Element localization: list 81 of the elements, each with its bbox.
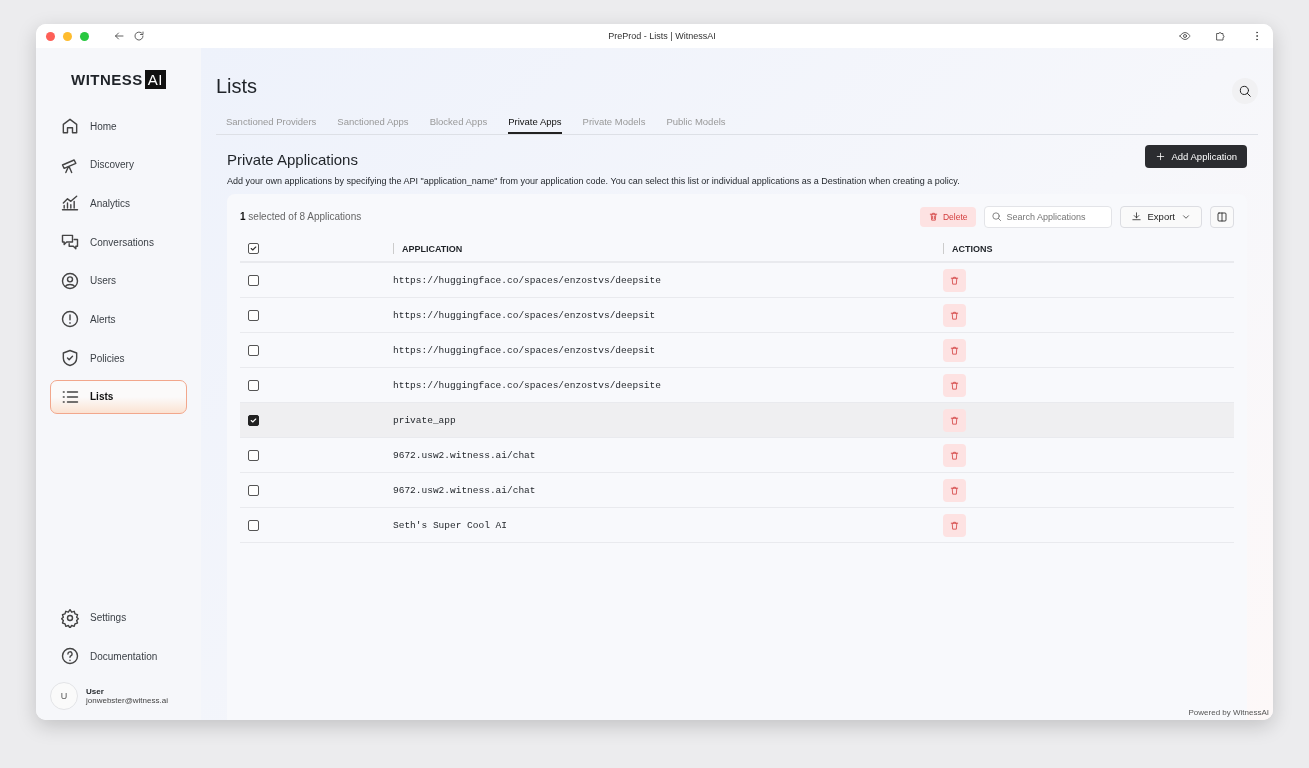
delete-row-button[interactable] (943, 373, 966, 397)
row-checkbox[interactable] (248, 379, 259, 391)
download-icon (1130, 211, 1142, 222)
trash-icon (949, 344, 960, 356)
sidebar-item[interactable]: Conversations (50, 225, 187, 260)
trash-icon (949, 519, 960, 531)
trash-icon (927, 211, 939, 222)
select-all-checkbox[interactable] (248, 243, 259, 254)
application-name: https://huggingface.co/spaces/enzostvs/deepsite (393, 379, 661, 391)
column-header[interactable]: APPLICATION (402, 243, 463, 254)
sidebar-item[interactable]: Alerts (50, 302, 187, 337)
selection-status: 1 selected of 8 Applications (240, 211, 363, 222)
search-button[interactable] (1232, 78, 1258, 104)
user-avatar[interactable]: U (50, 682, 78, 710)
columns-icon (1216, 210, 1228, 223)
trash-icon (949, 309, 960, 321)
delete-button[interactable]: Delete (919, 206, 976, 227)
row-checkbox[interactable] (248, 449, 259, 461)
delete-row-button[interactable] (943, 303, 966, 327)
sidebar-item[interactable]: Documentation (50, 639, 187, 674)
help-icon (60, 646, 80, 667)
application-name: private_app (393, 414, 456, 426)
sidebar-item[interactable]: Settings (50, 600, 187, 635)
browser-title: PreProd - Lists | WitnessAI (607, 31, 717, 41)
trash-icon (949, 449, 960, 461)
application-name: https://huggingface.co/spaces/enzostvs/deepsit (393, 344, 656, 356)
trash-icon (949, 274, 960, 286)
delete-row-button[interactable] (943, 513, 966, 537)
sidebar-item[interactable]: Discovery (50, 147, 187, 182)
search-field[interactable]: Search Applications (983, 205, 1112, 228)
add-application-button[interactable]: Add Application (1144, 145, 1247, 168)
trash-icon (949, 414, 960, 426)
user-name: User (86, 687, 105, 696)
row-checkbox[interactable] (248, 519, 259, 531)
reload-icon (133, 30, 145, 42)
section-description: Add your own applications by specifying the API "application_name" from your application code. You can select this list or individual applications as a Destination when creating a policy. (227, 176, 960, 186)
search-icon (1238, 84, 1252, 98)
delete-row-button[interactable] (943, 408, 966, 432)
gear-icon (60, 607, 80, 628)
delete-row-button[interactable] (943, 268, 966, 292)
user-email: jonwebster@witness.ai (86, 696, 168, 705)
back-arrow-icon (113, 30, 125, 42)
sidebar-item[interactable]: Lists (50, 379, 187, 414)
export-button[interactable]: Export (1119, 205, 1202, 228)
page-title: Lists (216, 74, 258, 98)
delete-row-button[interactable] (943, 478, 966, 502)
sidebar-item[interactable]: Analytics (50, 186, 187, 221)
sidebar-item[interactable]: Users (50, 263, 187, 298)
check-icon (249, 415, 258, 425)
section-title: Private Applications (227, 151, 359, 168)
close-window-icon[interactable] (46, 31, 55, 41)
footer-text: Powered by WitnessAI (1188, 708, 1269, 717)
delete-row-button[interactable] (943, 338, 966, 362)
shield-icon (60, 348, 80, 369)
application-name: https://huggingface.co/spaces/enzostvs/deepsite (393, 274, 661, 286)
application-name: 9672.usw2.witness.ai/chat (393, 484, 536, 496)
home-icon (60, 116, 80, 136)
row-checkbox[interactable] (248, 414, 259, 426)
application-name: 9672.usw2.witness.ai/chat (393, 449, 536, 461)
puzzle-piece-icon (1215, 30, 1227, 42)
check-icon (249, 244, 258, 253)
alert-icon (60, 309, 80, 330)
logo: WITNESS AI (50, 70, 187, 89)
eye-icon (1179, 30, 1191, 42)
application-name: Seth's Super Cool AI (393, 519, 508, 531)
column-header[interactable]: ACTIONS (952, 243, 993, 254)
trash-icon (949, 484, 960, 496)
user-icon (60, 270, 80, 291)
row-checkbox[interactable] (248, 309, 259, 321)
maximize-window-icon[interactable] (80, 31, 89, 41)
tab[interactable]: Private Apps (508, 112, 562, 134)
delete-row-button[interactable] (943, 443, 966, 467)
application-name: https://huggingface.co/spaces/enzostvs/deepsit (393, 309, 656, 321)
trash-icon (949, 379, 960, 391)
sidebar-item[interactable]: Home (50, 109, 187, 143)
row-checkbox[interactable] (248, 484, 259, 496)
sidebar-item[interactable]: Policies (50, 341, 187, 376)
columns-toggle-button[interactable] (1210, 205, 1234, 228)
row-checkbox[interactable] (248, 274, 259, 286)
plus-icon (1154, 151, 1166, 162)
row-checkbox[interactable] (248, 344, 259, 356)
